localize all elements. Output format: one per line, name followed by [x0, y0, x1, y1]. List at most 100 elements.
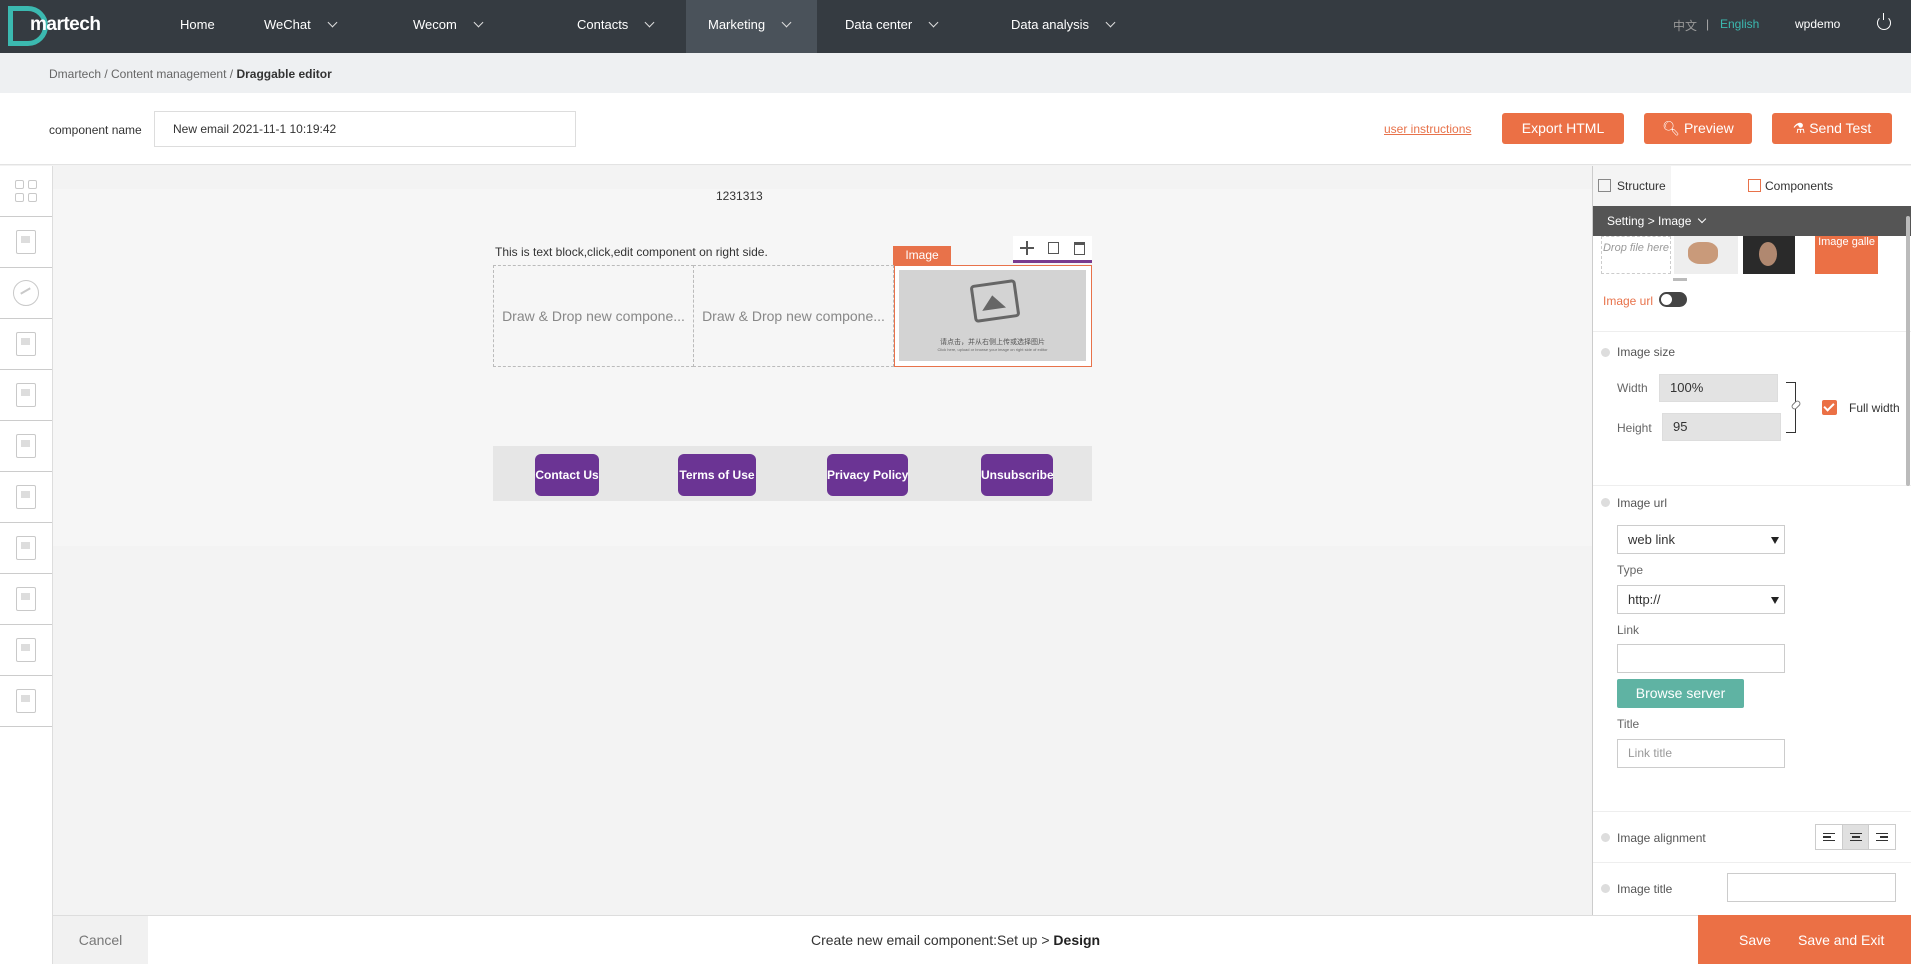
nav-item-label: Home	[180, 17, 215, 32]
breadcrumb: Dmartech / Content management / Draggabl…	[49, 67, 332, 81]
image-url-toggle[interactable]	[1659, 292, 1687, 307]
rail-item-layout[interactable]	[0, 370, 52, 421]
panel-scrollbar[interactable]	[1906, 216, 1910, 486]
panel-tabs: Structure Components	[1593, 166, 1911, 206]
copy-icon[interactable]	[1048, 242, 1060, 254]
terms-of-use-button[interactable]: Terms of Use	[678, 454, 756, 496]
nav-item-contacts[interactable]: Contacts	[577, 0, 655, 53]
link-title-input[interactable]: Link title	[1617, 739, 1785, 768]
rail-item-gallery-2[interactable]	[0, 574, 52, 625]
breadcrumb-current: Draggable editor	[236, 67, 332, 81]
trash-icon[interactable]	[1073, 241, 1085, 255]
image-card-icon	[16, 230, 36, 254]
image-placeholder: 请点击，并从右侧上传或选择图片 Click here, upload or br…	[899, 270, 1086, 361]
image-block-tag: Image	[893, 246, 951, 265]
component-name-input[interactable]	[154, 111, 576, 147]
rail-item-code[interactable]	[0, 421, 52, 472]
chevron-down-icon	[1105, 17, 1116, 28]
send-test-button[interactable]: ⚗︎ Send Test	[1772, 113, 1892, 144]
component-name-label: component name	[49, 123, 142, 137]
components-icon	[1748, 179, 1761, 192]
browse-server-button[interactable]: Browse server	[1617, 679, 1744, 708]
text-block[interactable]: This is text block,click,edit component …	[495, 245, 768, 259]
grid-icon	[15, 180, 37, 202]
export-html-button[interactable]: Export HTML	[1502, 113, 1624, 144]
move-icon[interactable]	[1020, 241, 1035, 255]
chevron-down-icon	[781, 17, 792, 28]
gallery-thumbnail[interactable]	[1743, 236, 1795, 274]
breadcrumb-path[interactable]: Dmartech / Content management /	[49, 67, 236, 81]
nav-item-label: Wecom	[413, 17, 457, 32]
user-instructions-link[interactable]: user instructions	[1384, 122, 1471, 136]
link-type-select[interactable]: web link	[1617, 525, 1785, 554]
gallery-thumbnail[interactable]	[1674, 236, 1738, 274]
rail-item-layout-2[interactable]	[0, 625, 52, 676]
chevron-down-icon	[1698, 214, 1707, 224]
image-block-selected[interactable]: 请点击，并从右侧上传或选择图片 Click here, upload or br…	[894, 265, 1092, 367]
dropzone[interactable]: Draw & Drop new compone...	[493, 265, 694, 367]
logo[interactable]: martech	[8, 4, 101, 48]
rail-item-grid[interactable]	[0, 166, 52, 217]
rail-item-chart[interactable]	[0, 268, 52, 319]
image-caption-en: Click here, upload or browse your image …	[937, 347, 1048, 352]
power-icon[interactable]	[1877, 13, 1891, 30]
unsubscribe-button[interactable]: Unsubscribe	[981, 454, 1054, 496]
image-url-heading: Image url	[1617, 496, 1668, 510]
contact-us-button[interactable]: Contact Us	[535, 454, 599, 496]
breadcrumb-bar: Dmartech / Content management / Draggabl…	[0, 53, 1911, 93]
width-input[interactable]: 100%	[1659, 374, 1778, 402]
align-center-icon[interactable]	[1842, 825, 1870, 849]
link-input[interactable]	[1617, 644, 1785, 673]
section-dot	[1601, 348, 1610, 357]
page-icon	[16, 485, 36, 509]
align-right-icon[interactable]	[1869, 825, 1895, 849]
image-gallery-button[interactable]: Image galle	[1815, 236, 1878, 274]
nav-item-wecom[interactable]: Wecom	[413, 0, 484, 53]
layout-icon	[16, 383, 36, 407]
language-chinese[interactable]: 中文	[1673, 17, 1697, 34]
nav-item-home[interactable]: Home	[180, 0, 215, 53]
preview-button[interactable]: 🔍︎ Preview	[1644, 113, 1752, 144]
settings-panel: Structure Components Setting > Image Dro…	[1592, 166, 1911, 915]
nav-item-label: Contacts	[577, 17, 629, 32]
align-left-icon[interactable]	[1816, 825, 1843, 849]
rail-item-gallery[interactable]	[0, 319, 52, 370]
component-name-bar: component name user instructions Export …	[0, 93, 1911, 165]
nav-item-label: WeChat	[264, 17, 311, 32]
canvas-top-text[interactable]: 1231313	[716, 189, 763, 203]
tab-structure[interactable]: Structure	[1593, 166, 1671, 206]
nav-item-data-center[interactable]: Data center	[845, 0, 939, 53]
user-name[interactable]: wpdemo	[1795, 17, 1840, 31]
dropzone-text: Draw & Drop new compone...	[502, 308, 685, 324]
rail-item-page[interactable]	[0, 472, 52, 523]
cancel-button[interactable]: Cancel	[53, 916, 148, 964]
dropzone-text: Draw & Drop new compone...	[702, 308, 885, 324]
rail-item-image-card-2[interactable]	[0, 523, 52, 574]
export-html-label: Export HTML	[1521, 120, 1605, 136]
full-width-label: Full width	[1849, 401, 1900, 415]
nav-item-label: Data analysis	[1011, 17, 1090, 32]
rail-item-image-card[interactable]	[0, 217, 52, 268]
image-title-input[interactable]	[1727, 873, 1896, 902]
chevron-down-icon	[327, 17, 338, 28]
save-and-exit-button[interactable]: Save and Exit	[1798, 932, 1884, 948]
language-english[interactable]: English	[1720, 17, 1759, 31]
preview-label: Preview	[1683, 120, 1734, 136]
dropzone[interactable]: Draw & Drop new compone...	[693, 265, 894, 367]
nav-item-label: Marketing	[708, 17, 766, 32]
image-gallery: Drop file here Image galle	[1601, 236, 1904, 274]
nav-item-wechat[interactable]: WeChat	[264, 0, 338, 53]
drop-file-area[interactable]: Drop file here	[1601, 236, 1671, 274]
full-width-checkbox[interactable]	[1822, 400, 1837, 415]
image-block-toolbar	[1013, 236, 1092, 263]
tab-components[interactable]: Components	[1671, 166, 1911, 206]
nav-item-data-analysis[interactable]: Data analysis	[1011, 0, 1116, 53]
setting-breadcrumb[interactable]: Setting > Image	[1593, 206, 1911, 236]
nav-item-marketing[interactable]: Marketing	[686, 0, 817, 53]
save-button[interactable]: Save	[1739, 932, 1771, 948]
privacy-policy-button[interactable]: Privacy Policy	[827, 454, 908, 496]
protocol-select[interactable]: http://	[1617, 585, 1785, 614]
gallery-scrollbar[interactable]	[1673, 278, 1687, 281]
rail-item-code-2[interactable]	[0, 676, 52, 727]
height-input[interactable]: 95	[1662, 413, 1781, 441]
